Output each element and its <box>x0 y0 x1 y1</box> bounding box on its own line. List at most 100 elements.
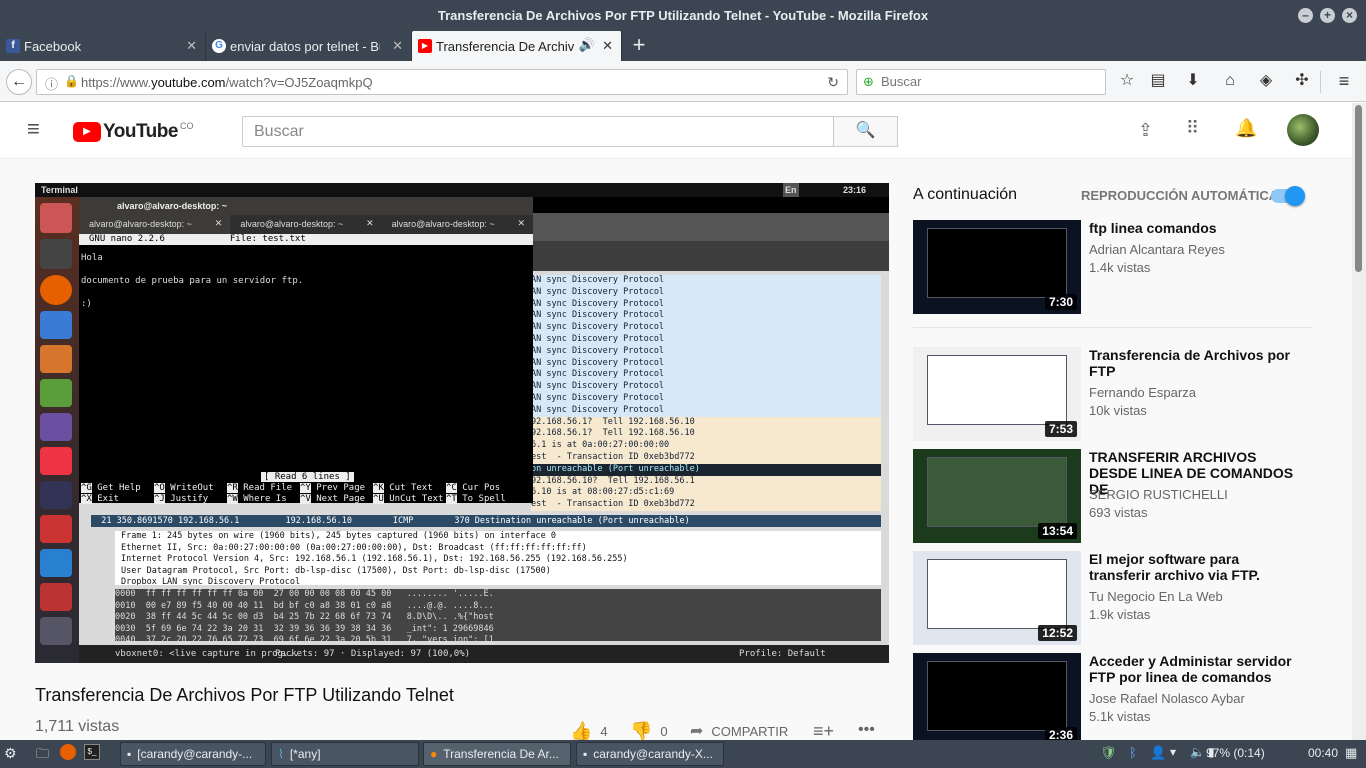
packet-row[interactable]: AN sync Discovery Protocol <box>531 345 881 358</box>
like-button[interactable]: 👍 4 <box>570 721 608 740</box>
nano-editor-body[interactable]: Hola documento de prueba para un servidor… <box>79 245 533 465</box>
file-manager-icon[interactable]: 🗀 <box>36 745 49 767</box>
video-thumbnail[interactable]: 7:30 <box>913 220 1081 314</box>
avatar[interactable] <box>1287 114 1319 146</box>
taskbar-item-firefox[interactable]: ● Transferencia De Ar... <box>423 742 571 766</box>
video-title[interactable]: ftp linea comandos <box>1089 220 1299 236</box>
packet-row[interactable]: AN sync Discovery Protocol <box>531 298 881 311</box>
wireshark-packet-list[interactable]: AN sync Discovery Protocol AN sync Discov… <box>531 275 881 535</box>
firefox-launcher-icon[interactable] <box>60 744 76 760</box>
tab-facebook[interactable]: f Facebook ✕ <box>0 31 206 61</box>
search-engine-icon[interactable]: ⊕ <box>863 70 874 94</box>
apps-grid-icon[interactable]: ⠿ <box>1186 118 1199 139</box>
channel-name[interactable]: Fernando Esparza <box>1089 385 1196 400</box>
packet-row[interactable]: 92.168.56.10? Tell 192.168.56.1 <box>531 475 881 488</box>
terminal-launcher-icon[interactable]: $_ <box>84 744 100 760</box>
info-icon[interactable]: ⓘ <box>45 74 58 93</box>
tray-menu-icon[interactable]: ▦ <box>1345 745 1357 761</box>
extension-icon[interactable]: ✣ <box>1289 69 1315 95</box>
close-tab-icon[interactable]: ✕ <box>366 218 374 229</box>
user-icon[interactable]: 👤 <box>1150 745 1166 761</box>
detail-row[interactable]: User Datagram Protocol, Src Port: db-lsp… <box>121 566 881 578</box>
terminal-tab[interactable]: alvaro@alvaro-desktop: ~ ✕ <box>79 215 231 234</box>
detail-row[interactable]: Frame 1: 245 bytes on wire (1960 bits), … <box>121 531 881 543</box>
bookmark-star-icon[interactable]: ☆ <box>1114 69 1140 95</box>
notifications-bell-icon[interactable]: 🔔 <box>1235 118 1257 139</box>
packet-row[interactable]: est - Transaction ID 0xeb3bd772 <box>531 499 881 511</box>
video-player[interactable]: Terminal En 23:16 AN sync Discovery Prot… <box>35 183 889 663</box>
packet-row[interactable]: AN sync Discovery Protocol <box>531 392 881 405</box>
packet-row[interactable]: AN sync Discovery Protocol <box>531 357 881 370</box>
scrollbar-thumb[interactable] <box>1355 105 1362 272</box>
packet-row[interactable]: AN sync Discovery Protocol <box>531 310 881 323</box>
video-thumbnail[interactable]: 7:53 <box>913 347 1081 441</box>
channel-name[interactable]: Jose Rafael Nolasco Aybar <box>1089 691 1245 706</box>
terminal-tab[interactable]: alvaro@alvaro-desktop: ~ ✕ <box>230 215 381 234</box>
volume-icon[interactable]: 🔈 <box>1190 745 1205 759</box>
close-tab-icon[interactable]: ✕ <box>517 218 525 229</box>
packet-row[interactable]: 92.168.56.1? Tell 192.168.56.10 <box>531 416 881 429</box>
packet-row[interactable]: AN sync Discovery Protocol <box>531 381 881 393</box>
back-button[interactable]: ← <box>6 69 32 95</box>
search-bar[interactable]: ⊕ Buscar <box>856 69 1106 95</box>
packet-row[interactable]: est - Transaction ID 0xeb3bd772 <box>531 451 881 464</box>
more-actions-icon[interactable]: ••• <box>858 721 875 739</box>
autoplay-toggle[interactable] <box>1271 186 1305 206</box>
video-thumbnail[interactable]: 13:54 <box>913 449 1081 543</box>
packet-row[interactable]: 6.10 is at 08:00:27:d5:c1:69 <box>531 487 881 500</box>
channel-name[interactable]: SERGIO RUSTICHELLI <box>1089 487 1228 502</box>
recommended-video[interactable]: 7:53 Transferencia de Archivos por FTP F… <box>913 347 1313 441</box>
home-icon[interactable]: ⌂ <box>1217 69 1243 95</box>
terminal-tab[interactable]: alvaro@alvaro-desktop: ~ ✕ <box>382 215 533 234</box>
menu-icon[interactable]: ≡ <box>1331 69 1357 95</box>
youtube-search-button[interactable]: 🔍 <box>833 116 898 147</box>
reading-list-icon[interactable]: ▤ <box>1145 69 1171 95</box>
pocket-icon[interactable]: ◈ <box>1253 69 1279 95</box>
youtube-search-input[interactable]: Buscar <box>242 116 834 147</box>
share-button[interactable]: ➦ COMPARTIR <box>690 721 788 740</box>
recommended-video[interactable]: 13:54 TRANSFERIR ARCHIVOS DESDE LINEA DE… <box>913 449 1313 543</box>
detail-row[interactable]: Internet Protocol Version 4, Src: 192.16… <box>121 554 881 566</box>
maximize-button[interactable]: + <box>1320 8 1335 23</box>
video-title[interactable]: El mejor software para transferir archiv… <box>1089 551 1299 583</box>
recommended-video[interactable]: 12:52 El mejor software para transferir … <box>913 551 1313 645</box>
detail-row[interactable]: Dropbox LAN sync Discovery Protocol <box>121 577 881 585</box>
tab-youtube[interactable]: ▶ Transferencia De Archiv 🔊 ✕ <box>412 31 622 61</box>
bluetooth-icon[interactable]: ᛒ <box>1129 745 1137 760</box>
shield-icon[interactable]: 🛡 <box>1100 745 1117 761</box>
downloads-icon[interactable]: ⬇ <box>1180 69 1206 95</box>
url-bar[interactable]: ⓘ 🔒 https://www. youtube.com/watch?v=OJ5Z… <box>36 69 848 95</box>
guide-menu-icon[interactable]: ≡ <box>27 118 40 140</box>
new-tab-button[interactable]: + <box>622 31 656 61</box>
wireshark-selected-row[interactable]: 21 350.8691570 192.168.56.1 192.168.56.1… <box>91 515 881 527</box>
page-scrollbar[interactable] <box>1352 103 1366 740</box>
reload-icon[interactable]: ↻ <box>827 74 839 91</box>
close-tab-icon[interactable]: ✕ <box>215 218 223 229</box>
packet-row[interactable]: on unreachable (Port unreachable) <box>531 463 881 476</box>
close-window-button[interactable]: × <box>1342 8 1357 23</box>
youtube-logo[interactable]: ▶ YouTube CO <box>73 121 193 143</box>
packet-row[interactable]: AN sync Discovery Protocol <box>531 275 881 287</box>
recommended-video[interactable]: 7:30 ftp linea comandos Adrian Alcantara… <box>913 220 1313 314</box>
packet-row[interactable]: AN sync Discovery Protocol <box>531 333 881 346</box>
video-thumbnail[interactable]: 12:52 <box>913 551 1081 645</box>
wireshark-details-pane[interactable]: Frame 1: 245 bytes on wire (1960 bits), … <box>115 531 881 585</box>
channel-name[interactable]: Adrian Alcantara Reyes <box>1089 242 1225 257</box>
close-tab-icon[interactable]: ✕ <box>186 38 197 54</box>
minimize-button[interactable]: – <box>1298 8 1313 23</box>
packet-row[interactable]: AN sync Discovery Protocol <box>531 322 881 334</box>
detail-row[interactable]: Ethernet II, Src: 0a:00:27:00:00:00 (0a:… <box>121 543 881 555</box>
close-tab-icon[interactable]: ✕ <box>392 38 403 54</box>
settings-gear-icon[interactable]: ⚙ <box>4 745 17 762</box>
packet-row[interactable]: AN sync Discovery Protocol <box>531 369 881 382</box>
tab-google[interactable]: G enviar datos por telnet - Bu ✕ <box>206 31 412 61</box>
taskbar-item-wireshark[interactable]: ⌇ [*any] <box>271 742 419 766</box>
channel-name[interactable]: Tu Negocio En La Web <box>1089 589 1223 604</box>
terminal-window[interactable]: alvaro@alvaro-desktop: ~ alvaro@alvaro-d… <box>79 197 533 504</box>
close-tab-icon[interactable]: ✕ <box>602 38 613 54</box>
dislike-button[interactable]: 👎 0 <box>630 721 668 740</box>
packet-row[interactable]: 92.168.56.1? Tell 192.168.56.10 <box>531 428 881 441</box>
wifi-icon[interactable]: ▾ <box>1170 745 1176 759</box>
add-to-playlist-icon[interactable]: ≡+ <box>813 721 834 740</box>
packet-row[interactable]: AN sync Discovery Protocol <box>531 286 881 299</box>
